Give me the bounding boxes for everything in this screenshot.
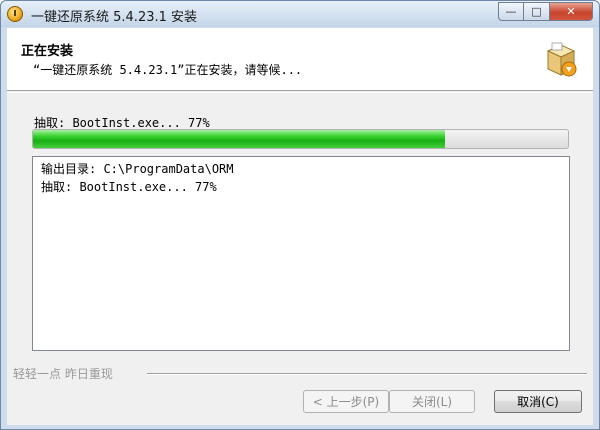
progress-fill	[33, 130, 445, 148]
window-title: 一键还原系统 5.4.23.1 安装	[31, 10, 198, 25]
progress-bar	[32, 129, 569, 149]
cancel-button[interactable]: 取消(C)	[494, 390, 582, 413]
back-button[interactable]: < 上一步(P)	[303, 390, 389, 413]
header-panel: 正在安装 “一键还原系统 5.4.23.1”正在安装，请等候...	[7, 28, 593, 91]
branding-text: 轻轻一点 昨日重现	[13, 367, 113, 381]
maximize-icon: □	[531, 5, 542, 18]
header-divider	[7, 92, 593, 93]
installer-window: 一键还原系统 5.4.23.1 安装 — □ ✕ 正在安装 “一键还原系统 5.…	[0, 0, 600, 430]
install-box-icon	[546, 42, 577, 77]
caption-buttons: — □ ✕	[498, 2, 593, 21]
close-window-button[interactable]: ✕	[550, 2, 593, 21]
branding-divider	[147, 373, 587, 375]
minimize-icon: —	[505, 5, 517, 18]
title-bar[interactable]: 一键还原系统 5.4.23.1 安装 — □ ✕	[1, 1, 599, 27]
client-area: 正在安装 “一键还原系统 5.4.23.1”正在安装，请等候... 抽取: Bo…	[7, 28, 593, 425]
maximize-button[interactable]: □	[524, 2, 550, 21]
close-icon: ✕	[566, 5, 576, 18]
install-log[interactable]: 输出目录: C:\ProgramData\ORM 抽取: BootInst.exe…	[32, 156, 570, 351]
page-subtitle: “一键还原系统 5.4.23.1”正在安装，请等候...	[33, 63, 303, 77]
app-icon	[7, 6, 23, 22]
log-line: 抽取: BootInst.exe... 77%	[41, 180, 217, 194]
close-button[interactable]: 关闭(L)	[389, 390, 475, 413]
branding-row: 轻轻一点 昨日重现	[7, 365, 593, 381]
page-title: 正在安装	[21, 44, 74, 59]
minimize-button[interactable]: —	[498, 2, 524, 21]
log-line: 输出目录: C:\ProgramData\ORM	[41, 162, 234, 176]
